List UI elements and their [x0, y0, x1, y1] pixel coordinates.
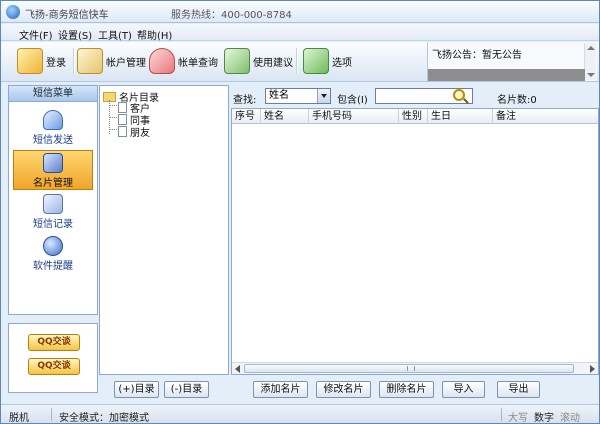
- chevron-down-icon[interactable]: [317, 89, 330, 103]
- column-header-remark[interactable]: 备注: [493, 109, 598, 124]
- suggestion-label: 使用建议: [253, 57, 293, 69]
- column-header-name[interactable]: 姓名: [261, 109, 309, 124]
- title-bar: 飞扬-商务短信快车 服务热线：400-000-8784: [1, 1, 599, 23]
- toolbar-separator: [296, 48, 298, 74]
- sidebar-item-sms-log[interactable]: 短信记录: [13, 192, 93, 232]
- sidebar-item-label: 名片管理: [33, 178, 73, 189]
- bill-query-button[interactable]: 帐单查询: [149, 45, 218, 77]
- card-count: 名片数:0: [497, 95, 537, 106]
- suggestion-icon: [224, 48, 250, 74]
- table-header: 序号 姓名 手机号码 性别 生日 备注: [232, 109, 598, 124]
- options-label: 选项: [332, 57, 352, 69]
- options-icon: [303, 48, 329, 74]
- sidebar-item-label: 软件提醒: [33, 261, 73, 272]
- tree-connector: [109, 105, 117, 106]
- notice-scroll-track: [428, 69, 585, 81]
- qq-panel: QQ交谈 QQ交谈: [8, 323, 98, 393]
- sms-log-icon: [43, 194, 63, 214]
- document-icon: [118, 126, 127, 137]
- sidebar-item-reminder[interactable]: 软件提醒: [13, 234, 93, 274]
- login-icon: [17, 48, 43, 74]
- search-icon[interactable]: [453, 89, 465, 101]
- scrollbar-thumb[interactable]: [244, 364, 574, 373]
- sms-send-icon: [43, 110, 63, 130]
- search-field-select[interactable]: 姓名: [265, 88, 331, 104]
- app-logo-icon: [6, 5, 20, 19]
- contains-label: 包含(I): [337, 95, 368, 106]
- scroll-down-icon[interactable]: [587, 73, 595, 77]
- account-manage-button[interactable]: 帐户管理: [77, 45, 146, 77]
- login-label: 登录: [46, 57, 66, 69]
- scroll-right-icon[interactable]: [590, 365, 595, 373]
- num-lock-indicator: 数字: [534, 413, 554, 424]
- account-manage-label: 帐户管理: [106, 57, 146, 69]
- status-separator: [51, 408, 52, 421]
- card-manage-icon: [43, 153, 63, 173]
- tree-connector: [109, 129, 117, 130]
- scroll-lock-indicator: 滚动: [560, 413, 580, 424]
- find-label: 查找:: [233, 95, 257, 106]
- column-header-birthday[interactable]: 生日: [428, 109, 493, 124]
- app-window: 飞扬-商务短信快车 服务热线：400-000-8784 文件(F) 设置(S) …: [0, 0, 600, 424]
- notice-scrollbar[interactable]: [584, 43, 596, 80]
- qq-chat-button[interactable]: QQ交谈: [28, 334, 80, 351]
- add-directory-button[interactable]: (+)目录: [114, 381, 159, 398]
- column-header-gender[interactable]: 性别: [399, 109, 428, 124]
- edit-card-button[interactable]: 修改名片: [316, 381, 371, 398]
- service-hotline: 服务热线：400-000-8784: [171, 10, 292, 21]
- notice-text: 飞扬公告：暂无公告: [432, 50, 522, 61]
- sidebar: 短信菜单 短信发送 名片管理 短信记录 软件提醒: [8, 85, 98, 315]
- scroll-left-icon[interactable]: [235, 365, 240, 373]
- card-table: 序号 姓名 手机号码 性别 生日 备注: [231, 108, 599, 375]
- sidebar-item-label: 短信记录: [33, 219, 73, 230]
- bill-icon: [149, 48, 175, 74]
- import-button[interactable]: 导入: [442, 381, 485, 398]
- sidebar-item-sms-send[interactable]: 短信发送: [13, 108, 93, 148]
- options-button[interactable]: 选项: [303, 45, 352, 77]
- caps-lock-indicator: 大写: [508, 413, 528, 424]
- login-button[interactable]: 登录: [17, 45, 66, 77]
- menu-help[interactable]: 帮助(H): [137, 27, 172, 42]
- qq-chat-button[interactable]: QQ交谈: [28, 358, 80, 375]
- horizontal-scrollbar[interactable]: [232, 362, 598, 374]
- status-separator: [501, 408, 502, 421]
- search-field-value: 姓名: [269, 90, 289, 101]
- toolbar: 登录 帐户管理 帐单查询 使用建议 选项 飞扬公告：暂无公告: [1, 42, 599, 82]
- menu-tools[interactable]: 工具(T): [98, 27, 132, 42]
- remove-directory-button[interactable]: (-)目录: [164, 381, 209, 398]
- security-mode: 安全模式：加密模式: [59, 413, 149, 424]
- scroll-up-icon[interactable]: [587, 46, 595, 50]
- search-bar: 查找: 姓名 包含(I) 名片数:0: [231, 87, 599, 107]
- tree-node-friends[interactable]: 朋友: [118, 124, 150, 139]
- card-directory-tree: 名片目录 客户 同事 朋友: [99, 85, 229, 375]
- column-header-phone[interactable]: 手机号码: [309, 109, 399, 124]
- status-bar: 脱机 安全模式：加密模式 大写 数字 滚动: [1, 404, 599, 424]
- connection-status: 脱机: [9, 413, 29, 424]
- reminder-icon: [43, 236, 63, 256]
- tree-connector: [109, 117, 117, 118]
- menu-settings[interactable]: 设置(S): [58, 27, 92, 42]
- sidebar-item-label: 短信发送: [33, 135, 73, 146]
- grip-icon: [407, 366, 415, 371]
- sidebar-header: 短信菜单: [9, 86, 97, 102]
- delete-card-button[interactable]: 删除名片: [379, 381, 434, 398]
- column-header-index[interactable]: 序号: [232, 109, 261, 124]
- bill-query-label: 帐单查询: [178, 57, 218, 69]
- menu-file[interactable]: 文件(F): [19, 27, 53, 42]
- tree-node-label: 朋友: [130, 128, 150, 139]
- sidebar-item-card-manage[interactable]: 名片管理: [13, 150, 93, 190]
- toolbar-separator: [73, 48, 75, 74]
- account-icon: [77, 48, 103, 74]
- suggestion-button[interactable]: 使用建议: [224, 45, 293, 77]
- window-title: 飞扬-商务短信快车: [25, 10, 109, 21]
- menu-bar: 文件(F) 设置(S) 工具(T) 帮助(H): [1, 24, 599, 42]
- add-card-button[interactable]: 添加名片: [253, 381, 308, 398]
- notice-panel: 飞扬公告：暂无公告: [427, 42, 597, 81]
- export-button[interactable]: 导出: [497, 381, 540, 398]
